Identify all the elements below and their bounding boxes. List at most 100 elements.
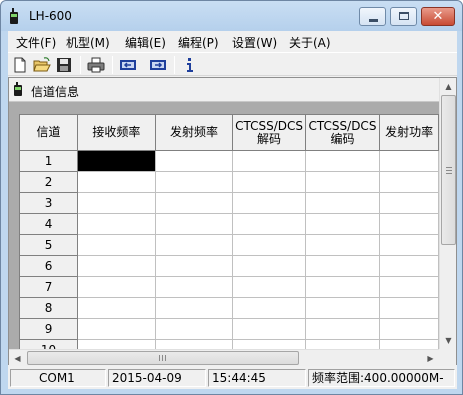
table-cell[interactable]	[77, 255, 156, 277]
menu-file[interactable]: 文件(F)	[16, 34, 56, 51]
table-cell[interactable]	[232, 297, 306, 319]
col-header-ctcss-decode[interactable]: CTCSS/DCS 解码	[232, 114, 306, 151]
menu-edit[interactable]: 编辑(E)	[125, 34, 166, 51]
row-header[interactable]: 2	[19, 171, 79, 193]
col-header-channel[interactable]: 信道	[19, 114, 79, 151]
table-cell[interactable]	[232, 318, 306, 340]
col-header-rx-freq[interactable]: 接收频率	[77, 114, 156, 151]
col-header-ctcss-encode[interactable]: CTCSS/DCS 编码	[304, 114, 381, 151]
table-cell[interactable]	[232, 213, 306, 235]
table-cell[interactable]	[77, 276, 156, 298]
table-cell[interactable]	[77, 297, 156, 319]
table-cell[interactable]	[379, 171, 439, 193]
table-row: 9	[19, 318, 439, 340]
table-cell[interactable]	[379, 276, 439, 298]
row-header[interactable]: 7	[19, 276, 79, 298]
status-port: COM1	[10, 369, 106, 387]
table-cell[interactable]	[154, 276, 234, 298]
row-header[interactable]: 9	[19, 318, 79, 340]
toolbar-separator	[112, 56, 113, 74]
table-cell[interactable]	[77, 213, 156, 235]
table-cell[interactable]	[154, 255, 234, 277]
row-header[interactable]: 4	[19, 213, 79, 235]
col-header-tx-freq[interactable]: 发射频率	[154, 114, 234, 151]
table-row: 6	[19, 255, 439, 277]
table-cell[interactable]	[154, 234, 234, 256]
table-cell[interactable]	[154, 318, 234, 340]
grip-line	[446, 170, 452, 171]
table-cell[interactable]	[304, 255, 381, 277]
row-header[interactable]: 1	[19, 150, 79, 172]
row-header[interactable]: 8	[19, 297, 79, 319]
new-file-icon[interactable]	[10, 55, 30, 75]
table-cell[interactable]	[154, 297, 234, 319]
row-header[interactable]: 3	[19, 192, 79, 214]
table-cell[interactable]	[154, 213, 234, 235]
table-cell[interactable]	[379, 150, 439, 172]
info-icon[interactable]	[180, 55, 200, 75]
scroll-down-icon[interactable]: ▼	[440, 332, 457, 349]
col-header-tx-power[interactable]: 发射功率	[379, 114, 439, 151]
maximize-button[interactable]	[390, 7, 417, 26]
scroll-right-icon[interactable]: ▶	[422, 350, 439, 367]
child-window-title-bar[interactable]: 信道信息	[9, 78, 439, 102]
horizontal-scroll-thumb[interactable]	[27, 351, 299, 365]
row-header[interactable]: 5	[19, 234, 79, 256]
table-cell[interactable]	[154, 192, 234, 214]
col-header-line: 编码	[330, 131, 355, 146]
vertical-scrollbar[interactable]: ▲ ▼	[439, 78, 456, 349]
table-cell[interactable]	[379, 255, 439, 277]
row-header[interactable]: 6	[19, 255, 79, 277]
menu-program[interactable]: 编程(P)	[178, 34, 219, 51]
table-cell[interactable]	[232, 150, 306, 172]
table-cell[interactable]	[304, 276, 381, 298]
table-cell[interactable]	[304, 192, 381, 214]
table-cell[interactable]	[379, 213, 439, 235]
table-cell[interactable]	[232, 276, 306, 298]
horizontal-scrollbar[interactable]: ◀ ▶	[9, 349, 439, 366]
read-from-radio-icon[interactable]	[118, 55, 138, 75]
table-cell[interactable]	[304, 150, 381, 172]
vertical-scroll-thumb[interactable]	[441, 95, 456, 245]
header-row: 信道 接收频率 发射频率 CTCSS/DCS 解码 CTCSS/DCS 编码 发射功…	[19, 114, 439, 151]
table-cell[interactable]	[232, 255, 306, 277]
minimize-button[interactable]	[359, 7, 386, 26]
table-cell[interactable]	[232, 192, 306, 214]
table-cell[interactable]	[77, 318, 156, 340]
table-cell[interactable]	[304, 297, 381, 319]
col-header-line: CTCSS/DCS	[235, 118, 303, 133]
table-cell[interactable]	[232, 171, 306, 193]
print-icon[interactable]	[86, 55, 106, 75]
save-disk-icon[interactable]	[54, 55, 74, 75]
scroll-left-icon[interactable]: ◀	[9, 350, 26, 367]
table-cell[interactable]	[304, 318, 381, 340]
status-time: 15:44:45	[208, 369, 306, 387]
table-cell[interactable]	[304, 213, 381, 235]
table-cell[interactable]	[304, 234, 381, 256]
table-cell[interactable]	[379, 192, 439, 214]
menu-about[interactable]: 关于(A)	[289, 34, 331, 51]
table-cell[interactable]	[379, 234, 439, 256]
table-cell[interactable]	[154, 171, 234, 193]
table-cell[interactable]	[77, 171, 156, 193]
table-cell[interactable]	[232, 234, 306, 256]
table-cell[interactable]	[379, 318, 439, 340]
table-cell[interactable]	[379, 297, 439, 319]
menu-model[interactable]: 机型(M)	[66, 34, 110, 51]
grid-area: 信道 接收频率 发射频率 CTCSS/DCS 解码 CTCSS/DCS 编码 发射功…	[9, 102, 439, 350]
scroll-up-icon[interactable]: ▲	[440, 78, 457, 95]
title-bar[interactable]: LH-600 ✕	[1, 1, 462, 31]
write-to-radio-icon[interactable]	[148, 55, 168, 75]
open-folder-icon[interactable]	[32, 55, 52, 75]
channel-table: 信道 接收频率 发射频率 CTCSS/DCS 解码 CTCSS/DCS 编码 发射功…	[19, 114, 439, 350]
table-cell[interactable]	[77, 192, 156, 214]
table-cell[interactable]	[304, 171, 381, 193]
selected-cell[interactable]	[77, 150, 156, 172]
close-button[interactable]: ✕	[421, 7, 455, 26]
toolbar-separator	[174, 56, 175, 74]
menu-settings[interactable]: 设置(W)	[232, 34, 277, 51]
status-date: 2015-04-09	[108, 369, 206, 387]
table-cell[interactable]	[77, 234, 156, 256]
channel-info-window: 信道信息 信道 接收频率 发射频率 CTCSS/DCS 解码 CTCSS/DCS…	[8, 77, 457, 366]
table-cell[interactable]	[154, 150, 234, 172]
